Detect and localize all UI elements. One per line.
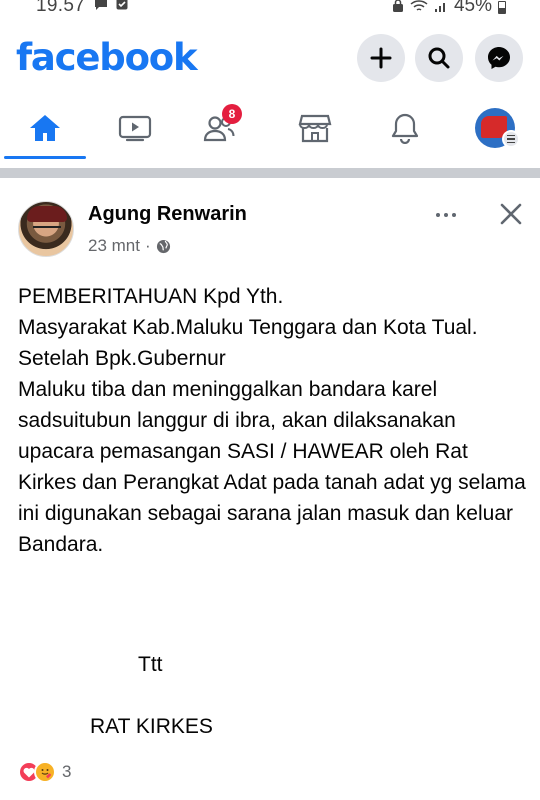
tab-watch[interactable] — [100, 100, 170, 156]
main-tabs: 8 — [0, 100, 540, 160]
globe-icon — [156, 239, 170, 253]
close-icon — [500, 203, 522, 225]
messenger-icon — [488, 47, 510, 69]
post-meta: 23 mnt · — [88, 236, 171, 256]
post-reactions[interactable]: 3 — [18, 760, 71, 784]
search-icon — [428, 47, 450, 69]
author-avatar[interactable] — [18, 201, 74, 257]
chat-notification-icon — [95, 0, 107, 10]
hide-post-button[interactable] — [496, 199, 526, 229]
video-icon — [118, 115, 152, 142]
tab-marketplace[interactable] — [280, 100, 350, 156]
checkbox-notification-icon — [116, 0, 128, 10]
status-bar: 19.57 45% — [0, 0, 540, 16]
home-icon — [30, 115, 60, 141]
search-button[interactable] — [415, 34, 463, 82]
post-signature-short: Ttt — [138, 653, 163, 676]
tab-menu[interactable] — [460, 100, 530, 156]
tab-friends[interactable]: 8 — [184, 100, 254, 156]
signal-icon — [434, 2, 445, 12]
lock-icon — [392, 0, 403, 12]
post-options-button[interactable] — [430, 205, 462, 225]
wifi-icon — [410, 0, 428, 11]
reaction-count: 3 — [62, 762, 72, 781]
meta-separator: · — [144, 236, 151, 255]
create-button[interactable] — [357, 34, 405, 82]
more-dots-icon — [436, 213, 440, 217]
tab-notifications[interactable] — [370, 100, 440, 156]
battery-percentage: 45% — [453, 0, 492, 16]
post-author-name[interactable]: Agung Renwarin — [88, 203, 247, 226]
post-signature-name: RAT KIRKES — [90, 715, 213, 738]
post-time[interactable]: 23 mnt — [88, 236, 140, 256]
plus-icon — [370, 47, 392, 69]
facebook-logo[interactable]: facebook — [16, 36, 198, 79]
care-reaction-icon — [34, 761, 56, 783]
bell-icon — [391, 113, 419, 144]
post-header: Agung Renwarin 23 mnt · — [0, 195, 540, 265]
feed-separator — [0, 168, 540, 178]
hamburger-menu-icon — [502, 130, 520, 148]
status-time: 19.57 — [36, 0, 86, 16]
post-text: PEMBERITAHUAN Kpd Yth. Masyarakat Kab.Ma… — [18, 285, 526, 556]
tab-home[interactable] — [10, 100, 80, 156]
friends-notification-badge: 8 — [222, 104, 242, 124]
battery-icon — [498, 0, 506, 14]
messenger-button[interactable] — [475, 34, 523, 82]
marketplace-icon — [298, 114, 332, 143]
app-header: facebook — [0, 16, 540, 100]
active-tab-indicator — [4, 156, 86, 159]
